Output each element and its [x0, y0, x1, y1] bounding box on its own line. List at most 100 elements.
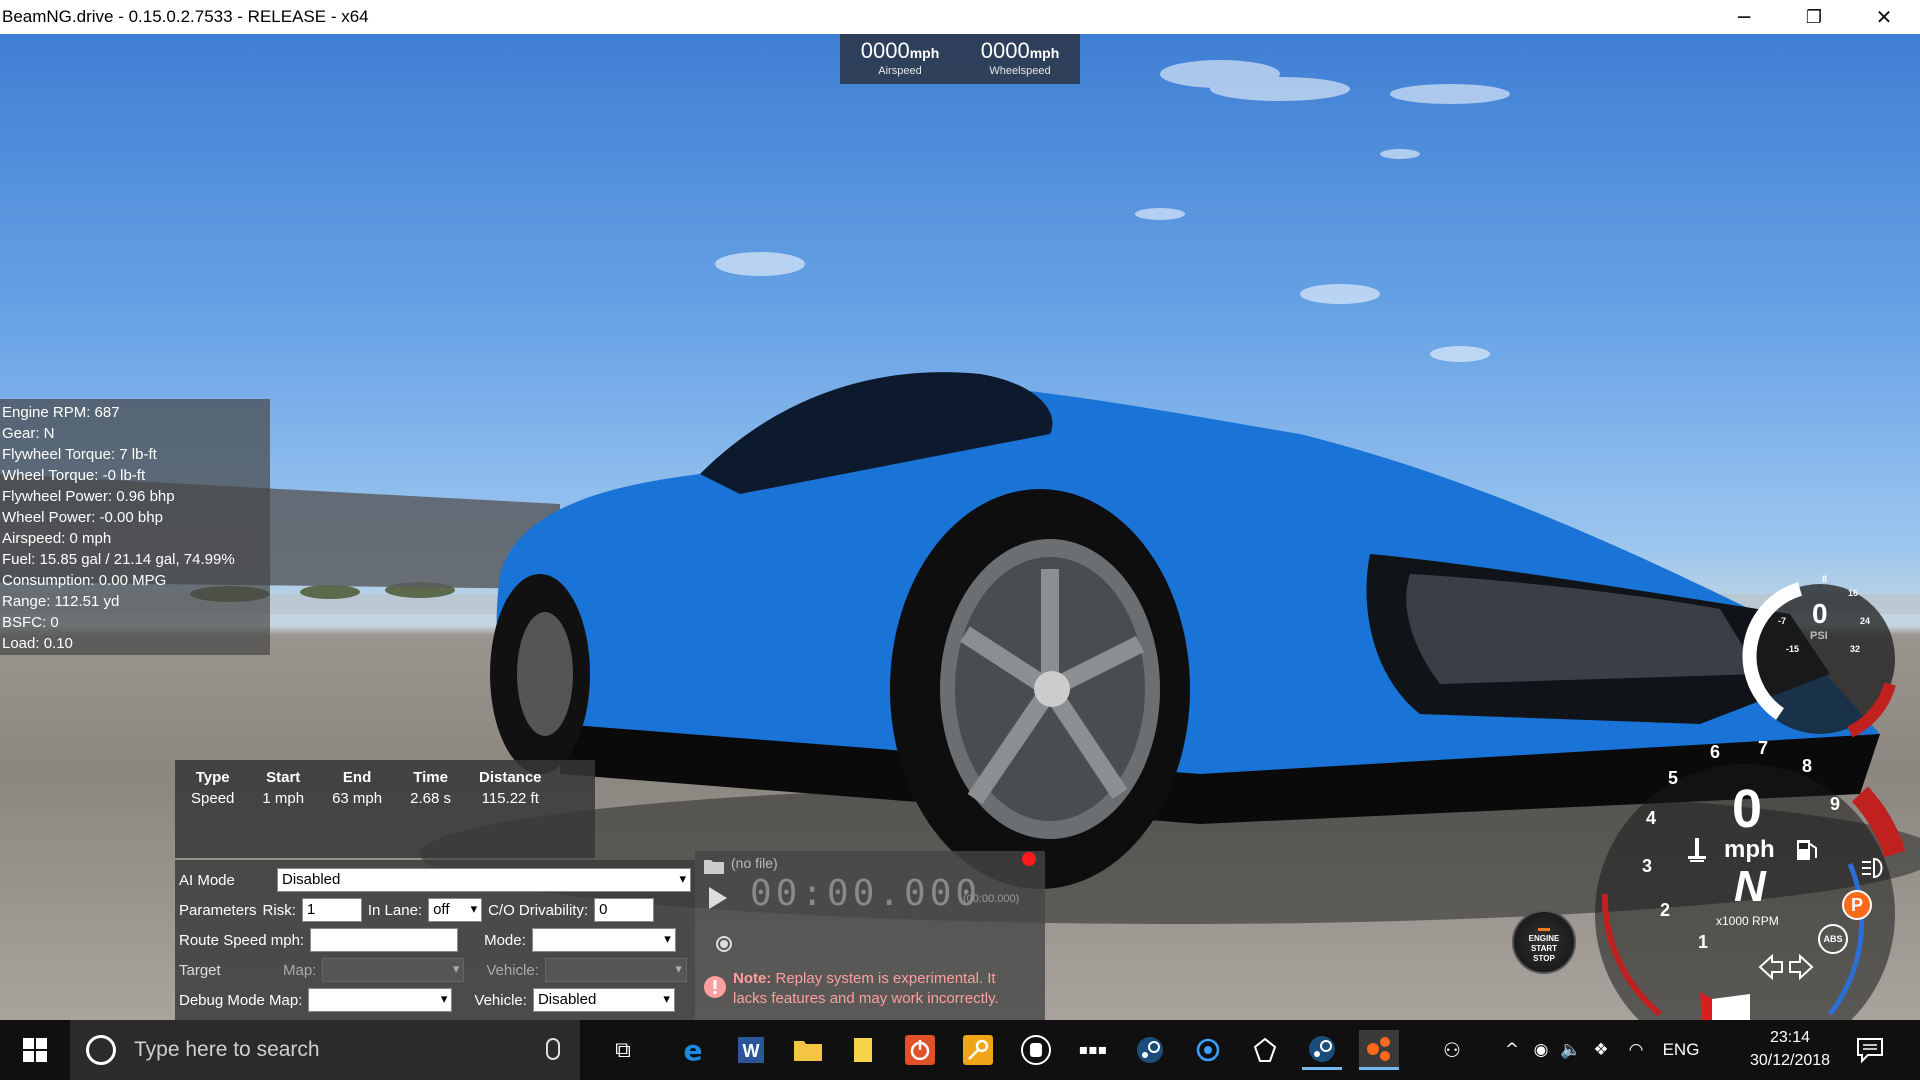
boost-tick: -15	[1786, 644, 1800, 654]
target-map-select[interactable]	[322, 958, 465, 982]
wifi-icon[interactable]: ◠	[1616, 1040, 1656, 1060]
target-vehicle-select[interactable]	[544, 958, 687, 982]
chevron-up-icon[interactable]: ^	[1498, 1040, 1526, 1060]
recording-indicator-dot	[1022, 852, 1036, 866]
start-button[interactable]	[0, 1020, 70, 1080]
speed-unit: mph	[1724, 836, 1775, 863]
route-speed-input[interactable]	[310, 928, 459, 952]
folder-logo	[794, 1041, 822, 1061]
replay-panel: (no file) 00:00.000 (00:00.000) Note: Re…	[695, 851, 1045, 1020]
replay-file-name: (no file)	[731, 855, 778, 871]
col-distance: Distance	[479, 769, 542, 786]
airspeed-unit: mph	[909, 45, 940, 61]
windows-logo-icon	[23, 1038, 47, 1062]
engine-start-stop-button[interactable]: ENGINE START STOP	[1512, 910, 1576, 974]
col-end: End	[342, 769, 372, 786]
col-type: Type	[195, 769, 230, 786]
play-icon[interactable]	[707, 885, 729, 911]
close-button[interactable]: ✕	[1855, 0, 1913, 34]
debug-mode-label: Debug Mode Map:	[179, 991, 303, 1009]
ai-mode-select[interactable]: Disabled	[277, 868, 691, 892]
fuel-pump-icon	[1797, 840, 1817, 860]
volume-icon[interactable]: 🔈	[1556, 1040, 1586, 1060]
rpm-tick: 2	[1660, 900, 1671, 920]
parking-brake-indicator: P	[1842, 890, 1872, 920]
debug-map-select[interactable]	[308, 988, 453, 1012]
battlenet-logo	[1196, 1038, 1220, 1062]
table-row: Speed 1 mph 63 mph 2.68 s 115.22 ft	[177, 788, 556, 809]
rpm-label: x1000 RPM	[1716, 914, 1779, 928]
steam-icon[interactable]	[1130, 1030, 1170, 1070]
debug-vehicle-select[interactable]: Disabled	[532, 988, 675, 1012]
col-time: Time	[413, 769, 448, 786]
battlenet-icon[interactable]	[1188, 1030, 1228, 1070]
stat-range: Range: 112.51 yd	[2, 593, 120, 610]
stat-consumption: Consumption: 0.00 MPG	[2, 572, 167, 589]
power-app-icon[interactable]	[900, 1030, 940, 1070]
controller-app-icon[interactable]: ▪▪▪	[1073, 1030, 1113, 1070]
stat-bsfc: BSFC: 0	[2, 614, 59, 631]
boost-value: 0	[1812, 598, 1828, 629]
cell-distance: 115.22 ft	[481, 790, 539, 807]
title-bar: BeamNG.drive - 0.15.0.2.7533 - RELEASE -…	[0, 0, 1920, 34]
restore-button[interactable]: ❐	[1785, 0, 1843, 34]
col-start: Start	[266, 769, 301, 786]
steam-active-icon[interactable]	[1302, 1030, 1342, 1070]
risk-input[interactable]: 1	[301, 898, 362, 922]
coolant-temp-icon	[1688, 838, 1706, 862]
replay-note-text: Replay system is experimental. It lacks …	[733, 970, 999, 1007]
destiny-logo	[1253, 1037, 1277, 1062]
language-indicator[interactable]: ENG	[1656, 1040, 1706, 1060]
steam-tray-icon[interactable]: ◉	[1526, 1040, 1556, 1060]
beamng-logo	[1367, 1036, 1390, 1061]
sticky-notes-icon[interactable]	[843, 1030, 883, 1070]
clock-date: 30/12/2018	[1749, 1052, 1831, 1069]
beamng-icon[interactable]	[1359, 1030, 1399, 1070]
wheelspeed-readout: 0000mph Wheelspeed	[960, 38, 1080, 77]
window-title: BeamNG.drive - 0.15.0.2.7533 - RELEASE -…	[2, 7, 369, 26]
tray-icons: ^ ◉ 🔈 ❖ ◠ ENG	[1498, 1020, 1706, 1080]
stat-flywheel-torque: Flywheel Torque: 7 lb-ft	[2, 446, 157, 463]
note-logo	[854, 1038, 872, 1062]
stat-wheel-power: Wheel Power: -0.00 bhp	[2, 509, 163, 526]
key-app-icon[interactable]	[958, 1030, 998, 1070]
word-icon[interactable]: W	[731, 1030, 771, 1070]
in-lane-select[interactable]: off	[428, 898, 483, 922]
task-view-icon[interactable]: ⧉	[603, 1030, 643, 1070]
helmet-app-icon[interactable]	[1016, 1030, 1056, 1070]
stat-fuel: Fuel: 15.85 gal / 21.14 gal, 74.99%	[2, 551, 235, 568]
people-icon[interactable]: ⚇	[1443, 1038, 1461, 1062]
speed-value: 0	[1732, 779, 1763, 839]
taskbar-clock[interactable]: 23:14 30/12/2018	[1740, 1026, 1840, 1072]
clouds	[715, 60, 1510, 362]
risk-label: Risk:	[262, 901, 296, 919]
taskbar-search-box[interactable]: Type here to search	[70, 1020, 580, 1080]
target-vehicle-label: Vehicle:	[486, 961, 539, 979]
record-icon[interactable]	[715, 935, 733, 953]
boost-unit: PSI	[1810, 630, 1828, 642]
microphone-icon[interactable]	[546, 1038, 560, 1060]
stat-load: Load: 0.10	[2, 635, 73, 652]
replay-time: 00:00.000	[750, 873, 982, 914]
airspeed-label: Airspeed	[878, 65, 922, 77]
action-center-icon[interactable]	[1856, 1036, 1884, 1064]
minimize-button[interactable]: ─	[1715, 0, 1773, 34]
rpm-tick: 9	[1830, 794, 1841, 814]
dropbox-icon[interactable]: ❖	[1586, 1040, 1616, 1060]
rpm-tick: 1	[1698, 932, 1709, 952]
destiny-icon[interactable]	[1245, 1030, 1285, 1070]
airspeed-overlay: 0000 mph Airspeed 0000mph Wheelspeed	[840, 34, 1080, 84]
stat-engine-rpm: Engine RPM: 687	[2, 404, 120, 421]
edge-icon[interactable]: e	[673, 1030, 713, 1070]
drivability-input[interactable]: 0	[594, 898, 655, 922]
stat-gear: Gear: N	[2, 425, 55, 442]
target-map-label: Map:	[283, 961, 317, 979]
stat-flywheel-power: Flywheel Power: 0.96 bhp	[2, 488, 175, 505]
drivability-label: C/O Drivability:	[488, 901, 589, 919]
file-explorer-icon[interactable]	[788, 1030, 828, 1070]
mode-select[interactable]	[531, 928, 676, 952]
rpm-tick: 4	[1646, 808, 1657, 828]
folder-icon[interactable]	[703, 857, 725, 875]
parameters-row: Parameters Risk: 1 In Lane: off C/O Driv…	[179, 897, 655, 923]
wheelspeed-value: 0000	[980, 38, 1030, 63]
